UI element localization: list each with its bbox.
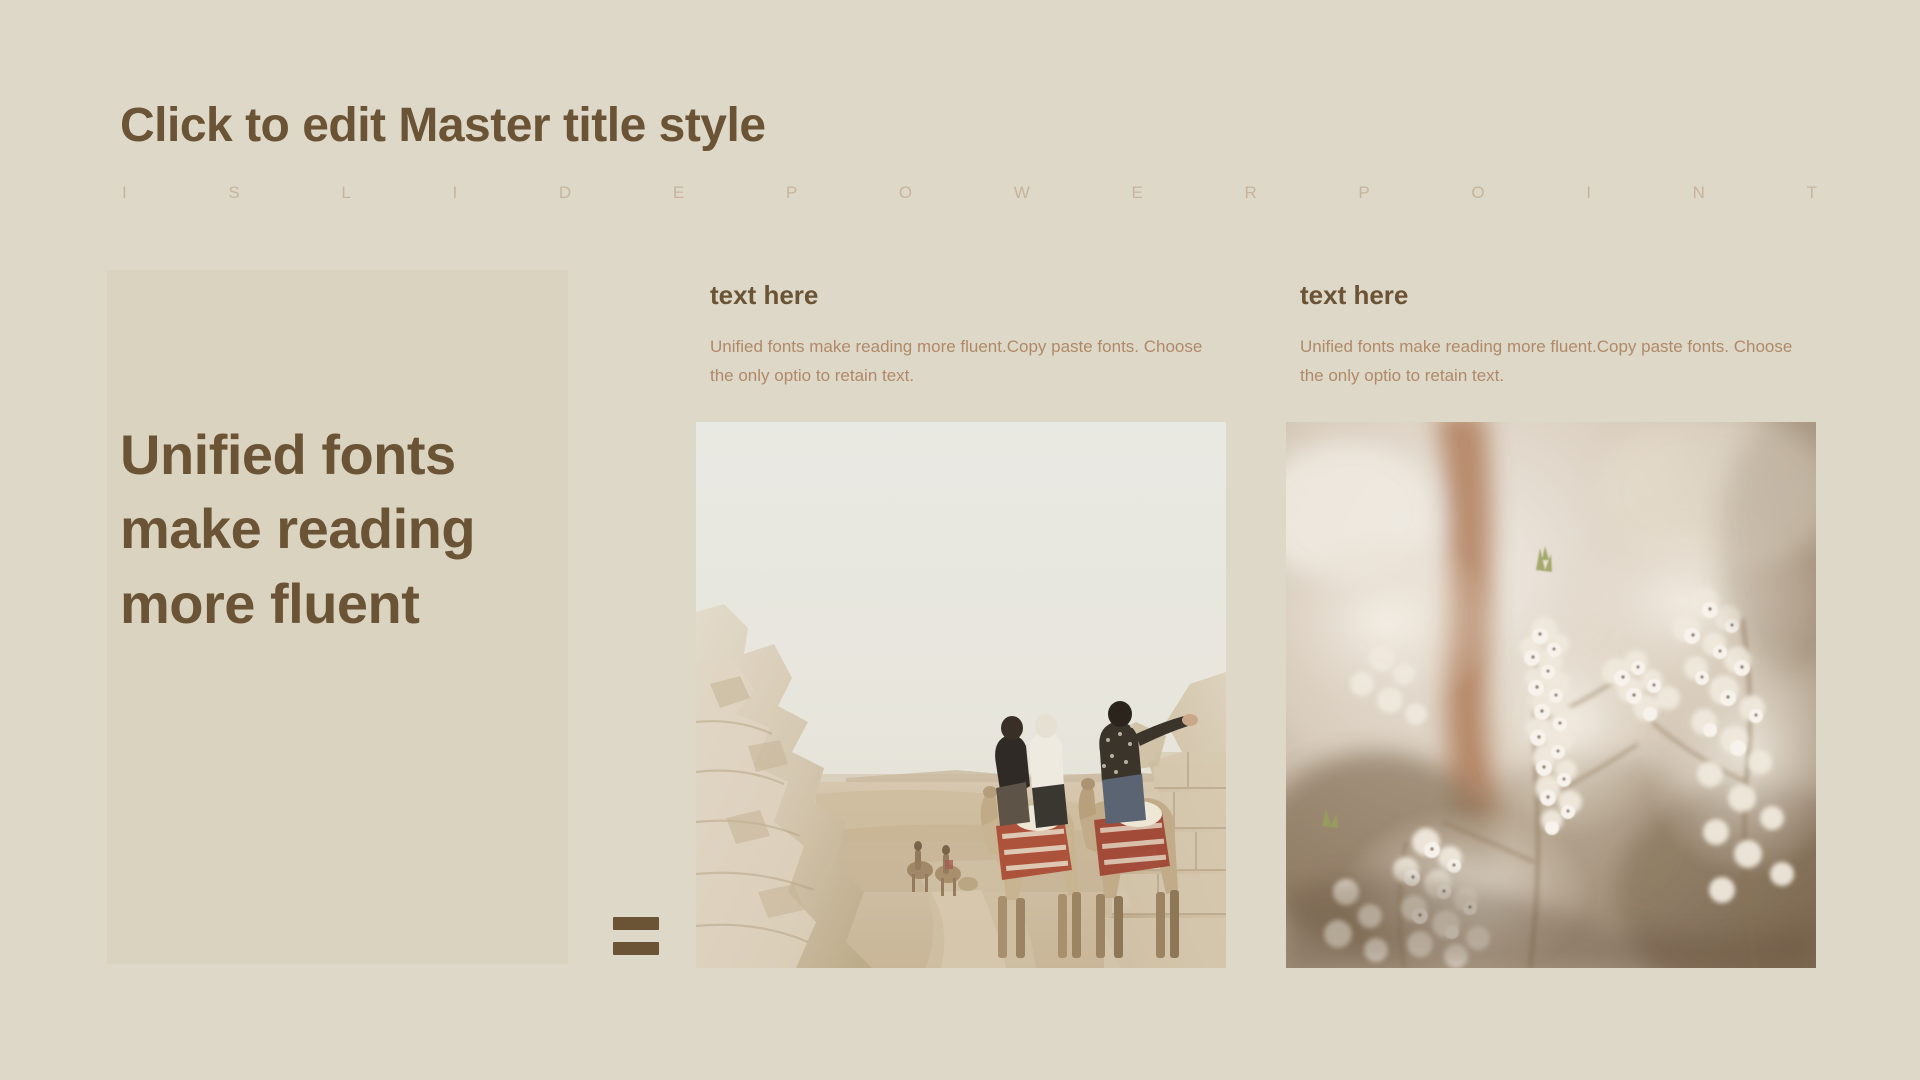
column-2-body[interactable]: Unified fonts make reading more fluent.C… [1300, 332, 1815, 392]
content-column-2: text here Unified fonts make reading mor… [1300, 281, 1830, 391]
equals-bar-bottom [613, 942, 659, 955]
brand-letter: I [1586, 183, 1591, 202]
white-blossom-branches-photo[interactable] [1286, 422, 1816, 968]
brand-letter: L [341, 183, 351, 202]
brand-letter: S [228, 183, 240, 202]
brand-letter: P [1358, 183, 1370, 202]
brand-letter: I [122, 183, 127, 202]
column-2-heading[interactable]: text here [1300, 281, 1830, 310]
brand-letter: O [1471, 183, 1485, 202]
slide-canvas: Click to edit Master title style I S L I… [0, 0, 1920, 1080]
brand-letter: N [1692, 183, 1705, 202]
brand-letter: I [452, 183, 458, 202]
column-1-heading[interactable]: text here [710, 281, 1240, 310]
equals-icon [613, 917, 659, 955]
content-column-1: text here Unified fonts make reading mor… [710, 281, 1240, 391]
brand-letter: T [1806, 183, 1817, 202]
brand-letter: R [1244, 183, 1257, 202]
brand-letter: P [785, 183, 798, 202]
desert-camel-riders-photo[interactable] [696, 422, 1226, 968]
brand-letter: E [1131, 183, 1143, 202]
brand-letter: O [898, 183, 913, 202]
equals-bar-top [613, 917, 659, 930]
page-title[interactable]: Click to edit Master title style [120, 98, 766, 153]
brand-letter: D [558, 183, 572, 202]
brand-strip: I S L I D E P O W E R P O I N T [122, 183, 1817, 203]
brand-letter: W [1013, 183, 1030, 202]
quote-text[interactable]: Unified fonts make reading more fluent [120, 418, 550, 641]
column-1-body[interactable]: Unified fonts make reading more fluent.C… [710, 332, 1225, 392]
brand-letter: E [672, 183, 685, 202]
